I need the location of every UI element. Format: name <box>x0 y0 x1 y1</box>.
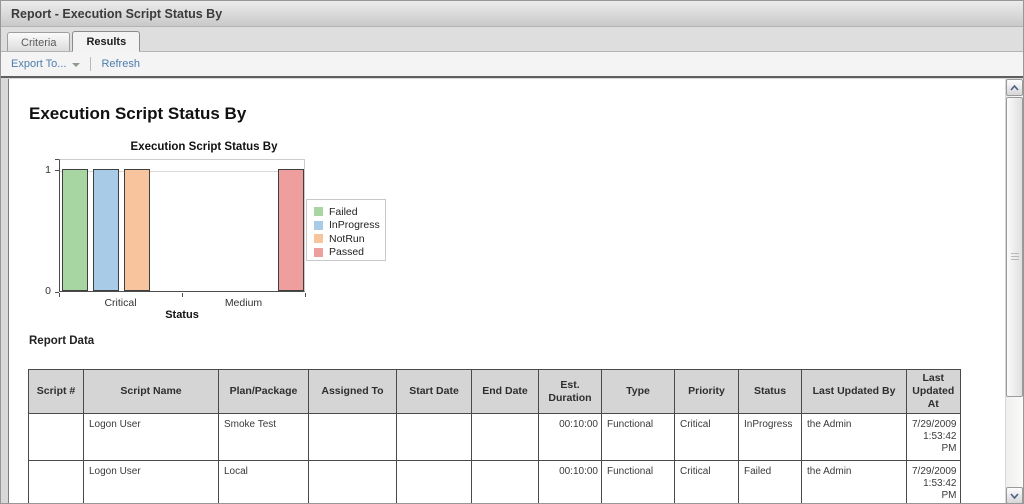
legend-item: Passed <box>314 246 381 260</box>
y-axis-tick-label: 1 <box>27 164 51 176</box>
column-header: Status <box>739 370 802 414</box>
export-to-label: Export To... <box>11 58 66 70</box>
column-header: Start Date <box>397 370 472 414</box>
x-axis-title: Status <box>132 309 232 321</box>
bar-notrun-critical <box>124 169 150 291</box>
table-cell: InProgress <box>739 414 802 461</box>
y-axis-tick-label: 0 <box>27 285 51 297</box>
table-cell: Functional <box>602 461 675 504</box>
table-cell: Logon User <box>84 414 219 461</box>
legend-swatch-icon <box>314 207 323 216</box>
legend-label: InProgress <box>329 219 380 231</box>
table-cell <box>397 461 472 504</box>
page-title: Execution Script Status By <box>29 104 246 124</box>
table-cell <box>309 461 397 504</box>
chevron-down-icon <box>1010 493 1019 499</box>
report-data-label: Report Data <box>29 335 94 347</box>
column-header: Priority <box>675 370 739 414</box>
report-window: Report - Execution Script Status By Crit… <box>0 0 1024 504</box>
export-to-button[interactable]: Export To... <box>11 58 80 70</box>
column-header: Assigned To <box>309 370 397 414</box>
legend-item: Failed <box>314 205 381 219</box>
scrollbar-grip-icon <box>1011 253 1019 261</box>
table-cell <box>472 414 539 461</box>
table-cell: Critical <box>675 414 739 461</box>
column-header: Plan/Package <box>219 370 309 414</box>
table-cell: 7/29/2009 1:53:42 PM <box>907 414 961 461</box>
table-cell: Local <box>219 461 309 504</box>
column-header: Script # <box>29 370 84 414</box>
window-title: Report - Execution Script Status By <box>11 7 222 21</box>
legend-swatch-icon <box>314 234 323 243</box>
table-cell: Functional <box>602 414 675 461</box>
bar-passed-medium <box>278 169 304 291</box>
chart-plot <box>59 159 305 292</box>
legend-item: NotRun <box>314 232 381 246</box>
tab-criteria[interactable]: Criteria <box>7 32 70 51</box>
table-cell: Smoke Test <box>219 414 309 461</box>
scrollbar-thumb[interactable] <box>1006 97 1023 397</box>
legend-label: Passed <box>329 246 364 258</box>
table-cell: 7/29/2009 1:53:42 PM <box>907 461 961 504</box>
table-cell <box>472 461 539 504</box>
table-cell: Logon User <box>84 461 219 504</box>
table-body: Logon UserSmoke Test 00:10:00FunctionalCr… <box>29 414 961 504</box>
x-axis-tick <box>305 293 306 297</box>
legend-label: NotRun <box>329 233 365 245</box>
x-tick-label: Medium <box>182 297 305 309</box>
legend-label: Failed <box>329 206 358 218</box>
column-header: Type <box>602 370 675 414</box>
column-header: End Date <box>472 370 539 414</box>
table-cell <box>309 414 397 461</box>
column-header: Script Name <box>84 370 219 414</box>
toolbar-separator <box>90 57 91 71</box>
scroll-down-button[interactable] <box>1006 487 1023 504</box>
chart-title: Execution Script Status By <box>104 141 304 153</box>
bar-failed-critical <box>62 169 88 291</box>
column-header: Last Updated By <box>802 370 907 414</box>
table-cell: 00:10:00 <box>539 461 602 504</box>
table-row: Logon UserSmoke Test 00:10:00FunctionalCr… <box>29 414 961 461</box>
table-cell: the Admin <box>802 414 907 461</box>
tab-strip: Criteria Results <box>1 27 1023 52</box>
toolbar: Export To... Refresh <box>1 52 1023 78</box>
content-area: Execution Script Status By Execution Scr… <box>1 78 1024 504</box>
table-cell: the Admin <box>802 461 907 504</box>
column-header: Last Updated At <box>907 370 961 414</box>
bar-inprogress-critical <box>93 169 119 291</box>
legend-swatch-icon <box>314 248 323 257</box>
table-cell <box>29 461 84 504</box>
table-row: Logon UserLocal 00:10:00FunctionalCritica… <box>29 461 961 504</box>
titlebar: Report - Execution Script Status By <box>1 1 1023 27</box>
scroll-up-button[interactable] <box>1006 79 1023 96</box>
legend-swatch-icon <box>314 221 323 230</box>
chart-x-labels: CriticalMedium <box>59 297 305 309</box>
vertical-scrollbar[interactable] <box>1006 79 1023 504</box>
x-tick-label: Critical <box>59 297 182 309</box>
report-data-table: Script #Script NamePlan/PackageAssigned … <box>28 369 961 504</box>
report-panel: Execution Script Status By Execution Scr… <box>8 79 1005 504</box>
legend-item: InProgress <box>314 219 381 233</box>
refresh-button[interactable]: Refresh <box>101 58 140 70</box>
table-cell: Critical <box>675 461 739 504</box>
chart-legend: FailedInProgress NotRunPassed <box>306 199 386 261</box>
table-cell <box>397 414 472 461</box>
tab-results[interactable]: Results <box>72 31 140 52</box>
table-header-row: Script #Script NamePlan/PackageAssigned … <box>29 370 961 414</box>
chevron-down-icon[interactable] <box>72 63 80 67</box>
chevron-up-icon <box>1010 85 1019 91</box>
table-cell: 00:10:00 <box>539 414 602 461</box>
table-cell: Failed <box>739 461 802 504</box>
table-cell <box>29 414 84 461</box>
column-header: Est. Duration <box>539 370 602 414</box>
